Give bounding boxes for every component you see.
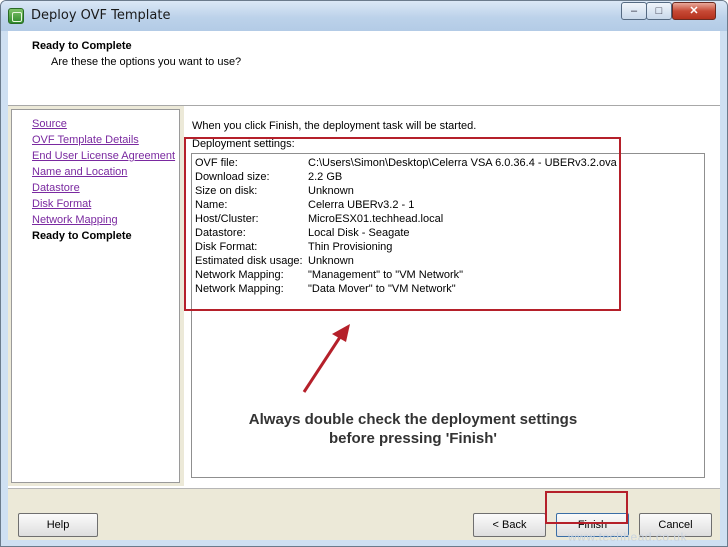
annotation-line-1: Always double check the deployment setti… (248, 411, 578, 428)
maximize-button[interactable]: □ (646, 2, 672, 20)
annotation-arrow-icon (302, 324, 350, 393)
page-title: Ready to Complete (32, 40, 132, 52)
window-title: Deploy OVF Template (31, 8, 171, 23)
back-button[interactable]: < Back (473, 513, 546, 537)
step-disk-format[interactable]: Disk Format (32, 198, 91, 210)
title-bar[interactable]: Deploy OVF Template – □ ✕ (1, 1, 727, 31)
step-ready-to-complete: Ready to Complete (32, 230, 132, 242)
annotation-line-2: before pressing 'Finish' (329, 430, 497, 447)
step-ovf-template-details[interactable]: OVF Template Details (32, 134, 139, 146)
minimize-button[interactable]: – (621, 2, 647, 20)
step-datastore[interactable]: Datastore (32, 182, 80, 194)
step-source[interactable]: Source (32, 118, 67, 130)
close-button[interactable]: ✕ (672, 2, 716, 20)
intro-text: When you click Finish, the deployment ta… (192, 120, 477, 132)
step-name-and-location[interactable]: Name and Location (32, 166, 127, 178)
step-network-mapping[interactable]: Network Mapping (32, 214, 118, 226)
step-eula[interactable]: End User License Agreement (32, 150, 175, 162)
help-button[interactable]: Help (18, 513, 98, 537)
watermark: www.techhead.co.uk (568, 530, 688, 544)
finish-highlight-box (545, 491, 628, 524)
settings-highlight-box (184, 137, 621, 311)
wizard-steps-panel: Source OVF Template Details End User Lic… (11, 109, 180, 483)
annotation-callout: Always double check the deployment setti… (226, 410, 600, 448)
wizard-header: Ready to Complete Are these the options … (8, 31, 720, 106)
page-subtitle: Are these the options you want to use? (51, 56, 242, 68)
vsphere-app-icon (8, 8, 24, 24)
